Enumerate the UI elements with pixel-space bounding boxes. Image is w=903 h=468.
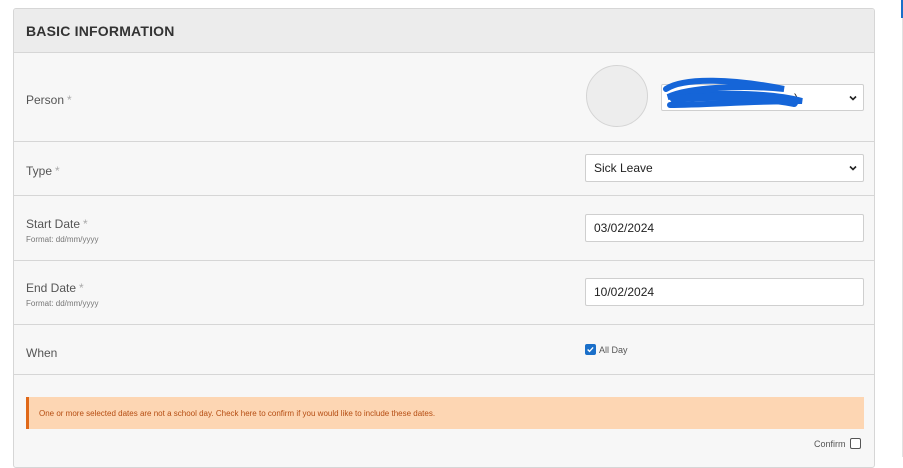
end-date-format-hint: Format: dd/mm/yyyy [26, 299, 99, 308]
basic-information-panel: BASIC INFORMATION Person * …) Type * Sick … [13, 8, 875, 468]
start-date-label: Start Date [26, 217, 81, 231]
start-date-row: Start Date * Format: dd/mm/yyyy 03/02/202… [14, 196, 874, 261]
chevron-down-icon [849, 95, 857, 101]
checkmark-icon [587, 347, 594, 353]
when-label: When [26, 346, 58, 360]
redaction-scribble [663, 77, 803, 108]
all-day-label: All Day [599, 345, 628, 355]
person-row: Person * …) [14, 53, 874, 142]
chevron-down-icon [849, 165, 857, 171]
end-date-label: End Date [26, 281, 77, 295]
when-row: When All Day [14, 325, 874, 375]
section-title: BASIC INFORMATION [14, 9, 874, 53]
alert-message: One or more selected dates are not a sch… [39, 408, 436, 418]
confirm-label: Confirm [814, 439, 846, 449]
end-date-row: End Date * Format: dd/mm/yyyy 10/02/2024 [14, 261, 874, 325]
type-label: Type [26, 164, 53, 178]
type-select-value: Sick Leave [594, 161, 653, 175]
end-date-value: 10/02/2024 [594, 285, 655, 299]
end-date-input[interactable]: 10/02/2024 [585, 278, 864, 306]
start-date-value: 03/02/2024 [594, 221, 655, 235]
required-mark: * [67, 93, 72, 107]
start-date-input[interactable]: 03/02/2024 [585, 214, 864, 242]
person-label: Person [26, 93, 65, 107]
all-day-checkbox[interactable] [585, 344, 596, 355]
school-day-alert: One or more selected dates are not a sch… [26, 397, 864, 429]
confirm-checkbox[interactable] [850, 438, 861, 449]
required-mark: * [79, 281, 84, 295]
required-mark: * [83, 217, 88, 231]
start-date-format-hint: Format: dd/mm/yyyy [26, 235, 99, 244]
required-mark: * [55, 164, 60, 178]
type-select[interactable]: Sick Leave [585, 154, 864, 182]
school-day-alert-row: One or more selected dates are not a sch… [14, 375, 874, 455]
type-row: Type * Sick Leave [14, 142, 874, 196]
avatar [586, 65, 648, 127]
